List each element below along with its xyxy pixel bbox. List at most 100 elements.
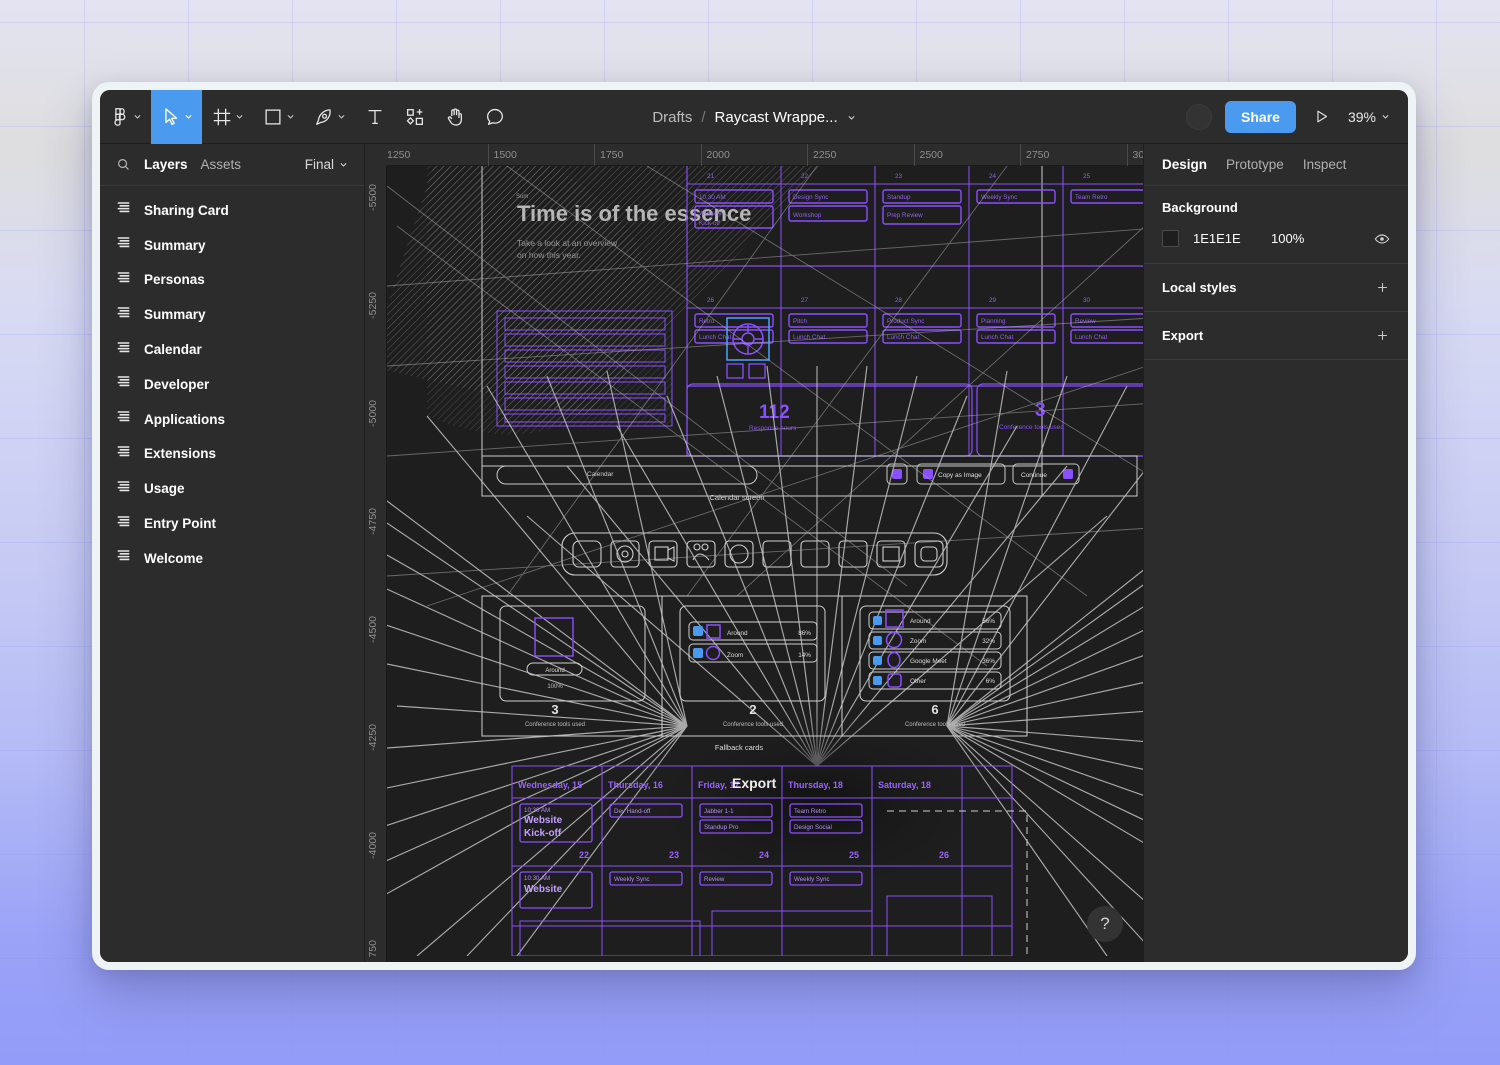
svg-text:6%: 6%	[986, 678, 996, 685]
svg-text:Saturday, 18: Saturday, 18	[878, 780, 931, 790]
design-panel: Design Prototype Inspect Background 1E1E…	[1143, 144, 1408, 962]
svg-text:6: 6	[931, 702, 938, 717]
svg-text:30: 30	[1083, 297, 1091, 304]
svg-text:Website: Website	[699, 210, 722, 217]
svg-text:Design Sync: Design Sync	[793, 194, 828, 201]
comment-tool-icon[interactable]	[475, 90, 515, 144]
svg-text:10:30 AM: 10:30 AM	[524, 875, 550, 882]
svg-text:32%: 32%	[982, 638, 995, 645]
layer-label: Summary	[144, 307, 206, 323]
eye-icon[interactable]	[1374, 231, 1390, 247]
layer-row[interactable]: Usage	[100, 471, 364, 506]
layer-row[interactable]: Summary	[100, 228, 364, 263]
ruler-tick-h: 2250	[807, 144, 836, 166]
local-styles-section: Local styles	[1144, 264, 1408, 312]
svg-text:Around: Around	[727, 630, 748, 637]
page-selector[interactable]: Final	[305, 157, 348, 172]
svg-text:Kick-off: Kick-off	[524, 828, 562, 839]
svg-text:23: 23	[895, 173, 903, 180]
svg-text:Standup Pro: Standup Pro	[704, 824, 739, 831]
svg-text:Copy as Image: Copy as Image	[938, 472, 982, 479]
tab-design[interactable]: Design	[1162, 157, 1207, 172]
breadcrumb-file-name[interactable]: Raycast Wrappe...	[715, 109, 838, 126]
svg-text:22: 22	[579, 850, 589, 860]
layer-row[interactable]: Extensions	[100, 437, 364, 472]
shape-tool-icon[interactable]	[253, 90, 304, 144]
ruler-horizontal: 1250 1500 1750 2000 2250 2500 2750 30	[365, 144, 1143, 166]
svg-text:Design Social: Design Social	[794, 824, 832, 831]
frame-tool-icon[interactable]	[202, 90, 253, 144]
background-hex-value[interactable]: 1E1E1E	[1193, 231, 1271, 246]
svg-text:Zoom: Zoom	[910, 638, 926, 645]
ruler-tick-v: -4750	[367, 508, 379, 535]
tab-inspect[interactable]: Inspect	[1303, 157, 1347, 172]
svg-text:Weekly Sync: Weekly Sync	[794, 876, 830, 883]
svg-text:Conference tools used: Conference tools used	[905, 722, 965, 728]
svg-text:Dev Hand-off: Dev Hand-off	[614, 808, 651, 815]
background-color-swatch[interactable]	[1162, 230, 1179, 247]
tab-layers[interactable]: Layers	[144, 157, 188, 172]
search-icon[interactable]	[116, 157, 131, 172]
export-overlay-label: Export	[732, 775, 777, 791]
canvas-artwork[interactable]: Time is of the essence Take a look at an…	[387, 166, 1143, 962]
svg-text:Prep Review: Prep Review	[887, 212, 923, 219]
move-tool-icon[interactable]	[151, 90, 202, 144]
file-menu-chevron-down-icon[interactable]	[847, 113, 856, 122]
layer-row[interactable]: Applications	[100, 402, 364, 437]
zoom-chevron-down-icon	[1382, 114, 1389, 119]
share-button[interactable]: Share	[1225, 100, 1296, 133]
breadcrumb-drafts[interactable]: Drafts	[652, 109, 692, 126]
layer-label: Developer	[144, 376, 210, 392]
section-icon	[116, 548, 131, 568]
ruler-vertical: -5500 -5250 -5000 -4750 -4500 -4250 -4000 750	[365, 144, 387, 962]
pen-tool-icon[interactable]	[304, 90, 355, 144]
section-icon	[116, 444, 131, 464]
figma-menu-icon[interactable]	[100, 90, 151, 144]
svg-text:56%: 56%	[982, 618, 995, 625]
background-color-row[interactable]: 1E1E1E 100%	[1162, 230, 1390, 247]
background-opacity-value[interactable]: 100%	[1271, 231, 1331, 246]
avatar[interactable]	[1186, 103, 1213, 130]
layer-label: Sharing Card	[144, 202, 229, 218]
svg-text:112: 112	[759, 402, 790, 423]
tab-assets[interactable]: Assets	[201, 157, 242, 172]
layer-row[interactable]: Entry Point	[100, 506, 364, 541]
svg-text:Pitch: Pitch	[793, 318, 807, 325]
canvas[interactable]: Time is of the essence Take a look at an…	[365, 144, 1143, 962]
ruler-tick-v: -5250	[367, 292, 379, 319]
figma-app-window: Drafts / Raycast Wrappe... Share 39% Lay…	[92, 82, 1416, 970]
ruler-tick-h: 1750	[594, 144, 623, 166]
svg-text:28: 28	[895, 297, 903, 304]
desktop-backdrop: Drafts / Raycast Wrappe... Share 39% Lay…	[0, 0, 1500, 1065]
svg-text:Wednesday, 15: Wednesday, 15	[518, 780, 582, 790]
layer-label: Usage	[144, 481, 185, 497]
ruler-tick-v: -4000	[367, 832, 379, 859]
tab-prototype[interactable]: Prototype	[1226, 157, 1284, 172]
svg-text:Weekly Sync: Weekly Sync	[614, 876, 650, 883]
present-play-icon[interactable]	[1309, 104, 1335, 130]
components-tool-icon[interactable]	[395, 90, 435, 144]
zoom-control[interactable]: 39%	[1348, 109, 1390, 125]
layer-row[interactable]: Personas	[100, 263, 364, 298]
layer-row[interactable]: Sharing Card	[100, 193, 364, 228]
svg-text:Conference tools used: Conference tools used	[525, 722, 585, 728]
svg-text:Planning: Planning	[981, 318, 1006, 325]
add-export-plus-icon[interactable]	[1375, 328, 1390, 343]
layer-row[interactable]: Welcome	[100, 541, 364, 576]
section-icon	[116, 270, 131, 290]
svg-text:Sum: Sum	[516, 194, 528, 200]
layer-row[interactable]: Developer	[100, 367, 364, 402]
text-tool-icon[interactable]	[355, 90, 395, 144]
page-selector-chevron-down-icon	[340, 162, 347, 167]
svg-text:Jabber 1-1: Jabber 1-1	[704, 808, 734, 815]
add-local-style-plus-icon[interactable]	[1375, 280, 1390, 295]
layer-row[interactable]: Summary	[100, 297, 364, 332]
svg-text:14%: 14%	[798, 652, 811, 659]
layer-label: Extensions	[144, 446, 217, 462]
help-button[interactable]: ?	[1087, 906, 1123, 942]
layer-list: Sharing Card Summary Personas Summary Ca…	[100, 186, 364, 576]
svg-text:25: 25	[1083, 173, 1091, 180]
ruler-tick-h: 2500	[913, 144, 943, 166]
hand-tool-icon[interactable]	[435, 90, 475, 144]
layer-row[interactable]: Calendar	[100, 332, 364, 367]
